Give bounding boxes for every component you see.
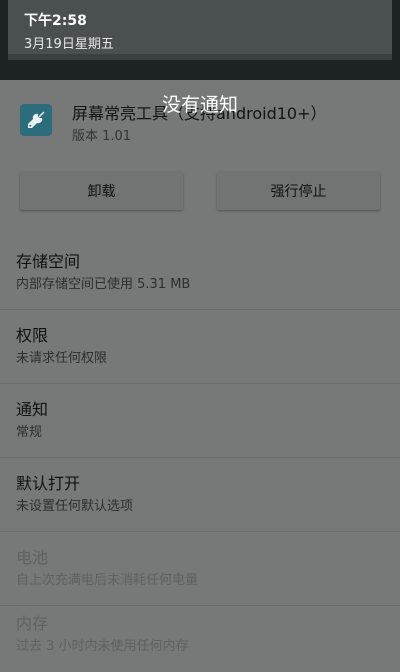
permissions-row[interactable]: 权限 未请求任何权限: [0, 310, 400, 384]
row-subtitle: 未设置任何默认选项: [16, 499, 134, 514]
row-title: 电池: [16, 548, 49, 567]
row-subtitle: 内部存储空间已使用 5.31 MB: [16, 277, 191, 292]
open-by-default-row[interactable]: 默认打开 未设置任何默认选项: [0, 458, 400, 532]
uninstall-button[interactable]: 卸载: [20, 172, 183, 210]
battery-row: 电池 自上次充满电后未消耗任何电量: [0, 532, 400, 606]
row-subtitle: 自上次充满电后未消耗任何电量: [16, 573, 199, 588]
clock-time: 下午2:58: [24, 13, 87, 29]
row-title: 权限: [16, 326, 49, 345]
app-version: 版本 1.01: [72, 129, 132, 144]
row-subtitle: 未请求任何权限: [16, 351, 108, 366]
row-subtitle: 过去 3 小时内未使用任何内存: [16, 639, 189, 654]
row-title: 默认打开: [16, 474, 81, 493]
date-label: 3月19日星期五: [24, 37, 114, 52]
no-notifications-message: 没有通知: [161, 94, 238, 116]
notification-shade[interactable]: 下午2:58 3月19日星期五: [0, 0, 400, 80]
force-stop-button[interactable]: 强行停止: [217, 172, 380, 210]
quick-status-card[interactable]: 下午2:58 3月19日星期五: [8, 0, 392, 60]
row-subtitle: 常规: [16, 425, 43, 440]
row-title: 内存: [16, 614, 49, 633]
row-title: 通知: [16, 400, 49, 419]
row-title: 存储空间: [16, 252, 81, 271]
notifications-row[interactable]: 通知 常规: [0, 384, 400, 458]
storage-row[interactable]: 存储空间 内部存储空间已使用 5.31 MB: [0, 236, 400, 310]
